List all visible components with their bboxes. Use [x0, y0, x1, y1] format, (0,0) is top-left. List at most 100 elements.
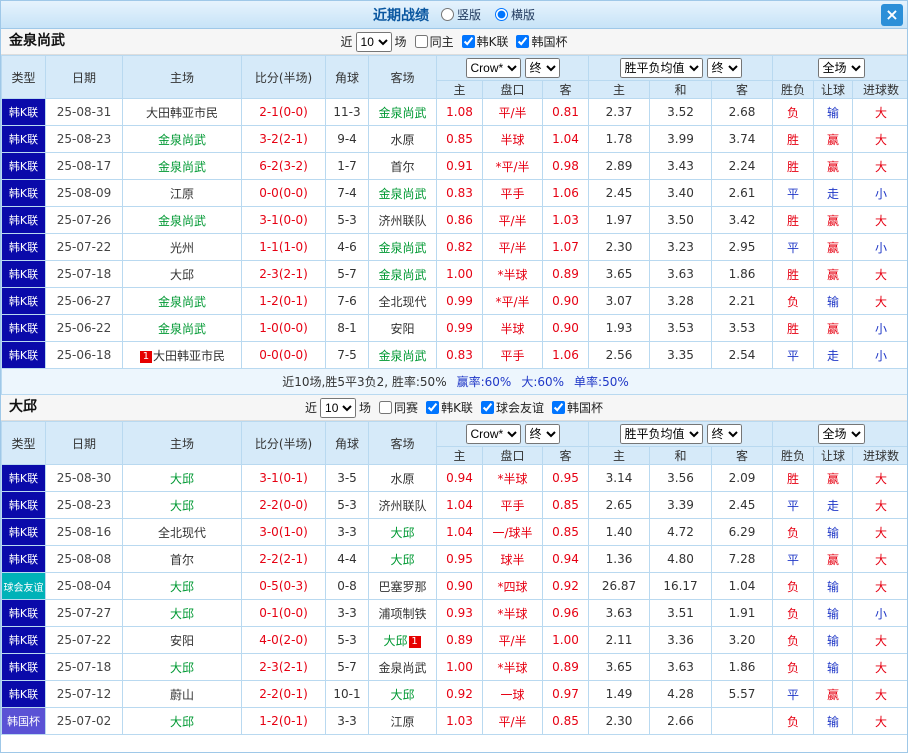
- header-row-groups: 类型 日期 主场 比分(半场) 角球 客场 Crow* 终胜平负均值终全场: [1, 421, 907, 465]
- league-cell: 韩国杯: [1, 707, 46, 735]
- summary-segment: 近10场,胜5平3负2, 胜率:50%: [282, 375, 447, 389]
- asian-odds-cell: 0.89: [542, 260, 589, 288]
- filter-checkbox[interactable]: [551, 401, 565, 414]
- filter-checkbox-item[interactable]: 韩K联: [461, 33, 508, 50]
- corner-cell: 5-3: [325, 626, 369, 654]
- view-radio[interactable]: [440, 8, 454, 21]
- asian-odds-cell: *平/半: [482, 287, 543, 315]
- result-cell: 赢: [813, 314, 854, 342]
- score-cell: 1-2(0-1): [241, 287, 326, 315]
- asian-odds-cell: 0.94: [436, 464, 483, 492]
- date-cell: 25-08-23: [45, 125, 123, 153]
- score-cell: 2-2(0-0): [241, 491, 326, 519]
- filter-checkbox[interactable]: [426, 401, 440, 414]
- mean-odds-cell: 3.14: [588, 464, 650, 492]
- scope-select[interactable]: 全场: [817, 424, 865, 444]
- league-cell: 韩K联: [1, 680, 46, 708]
- view-radio[interactable]: [495, 8, 508, 21]
- match-row: 韩K联 25-06-27 金泉尚武 1-2(0-1) 7-6 全北现代 0.99 *平/半 0.…: [1, 287, 907, 315]
- result-cell: 大: [852, 206, 907, 234]
- team-name-text: 大田韩亚市民: [152, 348, 225, 363]
- mean-odds-cell: 3.35: [649, 341, 712, 369]
- date-cell: 25-07-22: [45, 626, 123, 654]
- near-count-select[interactable]: 10: [320, 397, 357, 418]
- mean-type-select[interactable]: 胜平负均值: [619, 58, 703, 78]
- filter-checkbox-label: 韩K联: [441, 401, 473, 415]
- sub-column-header: 胜负: [772, 80, 815, 99]
- score-cell: 3-0(1-0): [241, 518, 326, 546]
- result-cell: 胜: [772, 125, 815, 153]
- result-cell: 大: [852, 260, 907, 288]
- result-cell: 赢: [813, 545, 854, 573]
- league-cell: 韩K联: [1, 125, 46, 153]
- match-row: 韩K联 25-08-16 全北现代 3-0(1-0) 3-3 大邱 1.04 一/球半 0.85…: [1, 518, 907, 546]
- bookmaker-select[interactable]: Crow*: [465, 58, 521, 78]
- filter-checkbox-item[interactable]: 韩K联: [426, 399, 473, 416]
- score-cell: 3-1(0-0): [241, 206, 326, 234]
- filter-checkbox-item[interactable]: 韩国杯: [516, 33, 567, 50]
- near-label: 近: [340, 35, 353, 49]
- result-cell: 平: [772, 233, 815, 261]
- result-cell: 赢: [813, 233, 854, 261]
- team-name-text: 金泉尚武: [378, 348, 427, 363]
- mean-stage-select[interactable]: 终: [706, 58, 742, 78]
- filter-checkbox[interactable]: [516, 35, 530, 48]
- away-team-cell: 金泉尚武: [368, 341, 437, 369]
- team-name-text: 全北现代: [378, 294, 427, 309]
- away-team-cell: 济州联队: [368, 206, 437, 234]
- filter-checkbox-item[interactable]: 同赛: [379, 399, 418, 416]
- header-select-group: Crow* 终: [436, 421, 589, 447]
- match-row: 韩K联 25-07-18 大邱 2-3(2-1) 5-7 金泉尚武 1.00 *半球 0.89 3…: [1, 260, 907, 288]
- filter-checkbox[interactable]: [461, 35, 475, 48]
- near-count-select[interactable]: 10: [355, 31, 392, 52]
- filter-checkbox[interactable]: [480, 401, 494, 414]
- filter-checkbox-item[interactable]: 球会友谊: [480, 399, 544, 416]
- asian-odds-cell: 1.06: [542, 341, 589, 369]
- team-name-text: 金泉尚武: [378, 186, 427, 201]
- date-cell: 25-06-27: [45, 287, 123, 315]
- view-option-horizontal[interactable]: 横版: [495, 6, 535, 23]
- team-name-text: 安阳: [390, 321, 415, 336]
- asian-odds-cell: 0.92: [436, 680, 483, 708]
- league-cell: 韩K联: [1, 653, 46, 681]
- team-name-text: 大田韩亚市民: [145, 105, 218, 120]
- corner-cell: 5-7: [325, 260, 369, 288]
- team-name-text: 江原: [390, 714, 415, 729]
- odds-stage-select[interactable]: 终: [524, 58, 560, 78]
- sub-column-header: 进球数: [852, 80, 907, 99]
- filter-checkbox-item[interactable]: 同主: [414, 33, 454, 50]
- odds-stage-select[interactable]: 终: [524, 424, 560, 444]
- home-team-cell: 大邱: [122, 491, 242, 519]
- asian-odds-cell: 1.07: [542, 233, 589, 261]
- mean-odds-cell: 2.11: [588, 626, 650, 654]
- asian-odds-cell: 平/半: [482, 206, 543, 234]
- team-name-text: 光州: [169, 240, 194, 255]
- match-row: 韩K联 25-06-18 1 大田韩亚市民 0-0(0-0) 7-5 金泉尚武 0.83 平手 1…: [1, 341, 907, 369]
- team-name-text: 大邱: [169, 267, 194, 282]
- filter-checkbox-label: 同赛: [394, 401, 419, 415]
- close-button[interactable]: ×: [881, 4, 903, 26]
- away-team-cell: 巴塞罗那: [368, 572, 437, 600]
- score-cell: 0-0(0-0): [241, 341, 326, 369]
- bookmaker-select[interactable]: Crow*: [465, 424, 521, 444]
- team-name-text: 大邱: [390, 552, 415, 567]
- mean-odds-cell: 3.40: [649, 179, 712, 207]
- filter-checkbox-label: 球会友谊: [495, 401, 544, 415]
- score-cell: 6-2(3-2): [241, 152, 326, 180]
- away-team-cell: 水原: [368, 464, 437, 492]
- mean-type-select[interactable]: 胜平负均值: [619, 424, 703, 444]
- filter-checkbox[interactable]: [379, 401, 393, 414]
- corner-cell: 9-4: [325, 125, 369, 153]
- filter-checkbox[interactable]: [414, 35, 428, 48]
- mean-odds-cell: 1.86: [710, 653, 774, 681]
- mean-stage-select[interactable]: 终: [706, 424, 742, 444]
- mean-odds-cell: 3.36: [649, 626, 712, 654]
- team-name-text: 全北现代: [157, 525, 206, 540]
- sub-column-header: 盘口: [482, 446, 543, 465]
- scope-select[interactable]: 全场: [817, 58, 865, 78]
- league-cell: 韩K联: [1, 626, 46, 654]
- filter-checkbox-item[interactable]: 韩国杯: [551, 399, 603, 416]
- team-section-gimcheon: 金泉尚武近 10 场同主 韩K联 韩国杯 类型 日期 主场 比分(半场) 角球 客场 Crow* 终胜平…: [1, 29, 907, 395]
- view-option-vertical[interactable]: 竖版: [440, 6, 481, 23]
- date-cell: 25-06-18: [45, 341, 123, 369]
